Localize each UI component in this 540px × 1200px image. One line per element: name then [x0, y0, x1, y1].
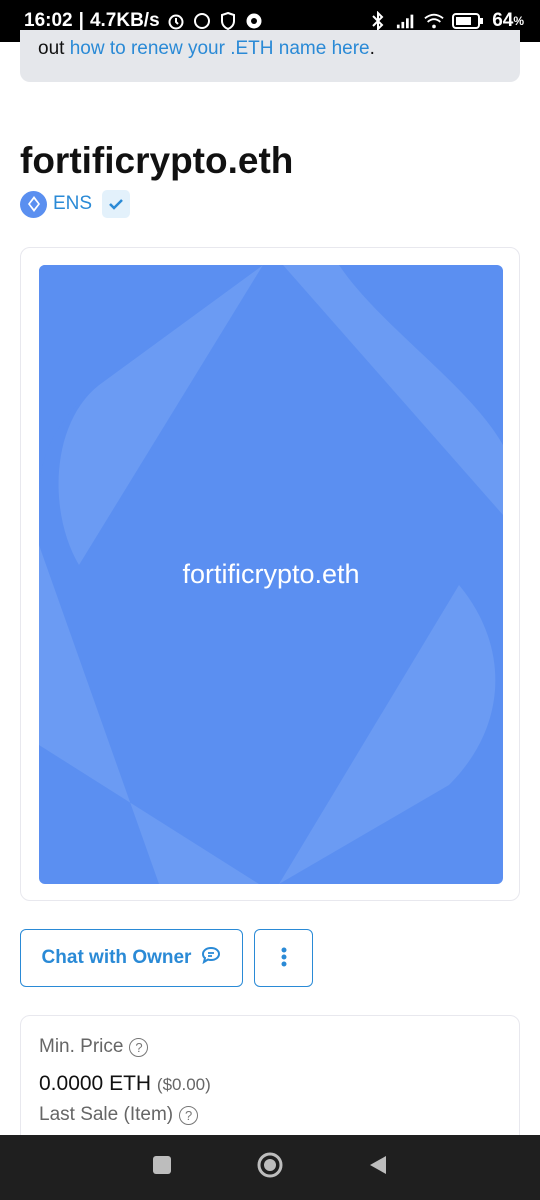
- bluetooth-icon: [368, 11, 388, 31]
- min-price-usd: ($0.00): [156, 1075, 211, 1094]
- min-price: 0.0000 ETH ($0.00): [39, 1072, 501, 1096]
- notice-text: out: [38, 38, 70, 59]
- system-nav-bar: [0, 1135, 540, 1200]
- more-vertical-icon: [281, 947, 287, 970]
- wifi-icon: [424, 11, 444, 31]
- last-sale-label: Last Sale (Item): [39, 1104, 174, 1125]
- nft-card: fortificrypto.eth: [20, 247, 520, 901]
- chat-with-owner-button[interactable]: Chat with Owner: [20, 929, 243, 987]
- battery-level: 64: [492, 10, 514, 31]
- collection-link[interactable]: ENS: [20, 190, 131, 218]
- network-speed: 4.7KB/s: [89, 10, 160, 31]
- item-title: fortificrypto.eth: [20, 140, 294, 181]
- collection-name: ENS: [53, 193, 93, 214]
- nft-image[interactable]: fortificrypto.eth: [39, 265, 503, 884]
- battery-icon: [452, 11, 484, 31]
- min-price-value: 0.0000 ETH: [39, 1072, 152, 1095]
- min-price-label: Min. Price: [39, 1036, 124, 1057]
- shield-icon: [218, 11, 238, 31]
- more-options-button[interactable]: [254, 929, 313, 987]
- chat-button-label: Chat with Owner: [41, 947, 192, 968]
- renew-link[interactable]: how to renew your .ETH name here: [70, 38, 370, 59]
- help-icon[interactable]: ?: [129, 1037, 149, 1057]
- verified-badge-icon: [102, 190, 131, 218]
- chat-bubble-icon: [201, 946, 221, 970]
- clock: 16:02: [24, 10, 73, 31]
- alarm-icon: [166, 11, 186, 31]
- renewal-notice: out how to renew your .ETH name here.: [20, 30, 520, 82]
- signal-icon: [396, 11, 416, 31]
- whatsapp-icon: [192, 11, 212, 31]
- recents-icon[interactable]: [151, 1154, 173, 1181]
- ens-logo-icon: [20, 190, 47, 218]
- help-icon[interactable]: ?: [179, 1105, 199, 1125]
- chrome-icon: [244, 11, 264, 31]
- home-icon[interactable]: [256, 1151, 284, 1184]
- notice-suffix: .: [369, 38, 375, 59]
- action-row: Chat with Owner: [20, 929, 313, 987]
- nft-image-label: fortificrypto.eth: [182, 559, 360, 589]
- back-icon[interactable]: [367, 1154, 389, 1181]
- price-card: Min. Price ? 0.0000 ETH ($0.00) Last Sal…: [20, 1015, 520, 1155]
